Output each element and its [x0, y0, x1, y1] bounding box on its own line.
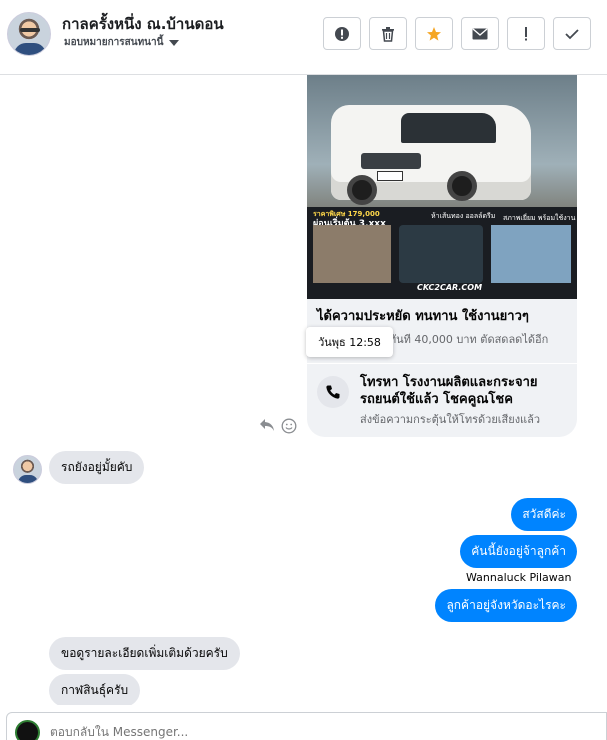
front-wheel	[347, 175, 377, 205]
conversation-actions	[323, 17, 591, 50]
star-button[interactable]	[415, 17, 453, 50]
sender-avatar[interactable]	[13, 455, 42, 484]
call-cta-title: โทรหา โรงงานผลิตและกระจายรถยนต์ใช้แล้ว โ…	[360, 375, 538, 407]
outgoing-message[interactable]: สวัสดีค่ะ	[511, 498, 577, 531]
reply-input[interactable]	[50, 725, 350, 739]
ad-message-card[interactable]: ราคาพิเศษ 179,000 ผ่อนเริ่มต้น 3,xxx ห้า…	[307, 75, 577, 363]
reply-composer	[0, 705, 607, 740]
page-logo-avatar	[15, 720, 40, 740]
exclamation-icon	[525, 26, 527, 40]
check-icon	[565, 28, 579, 39]
customer-avatar[interactable]	[7, 12, 51, 56]
truck-window	[401, 113, 496, 143]
ad-right-caption: สภาพเยี่ยม พร้อมใช้งาน	[503, 214, 576, 222]
conversation-header: กาลครั้งหนึ่ง ณ.บ้านดอน มอบหมายการสนทนาน…	[0, 0, 607, 75]
assign-conversation-dropdown[interactable]: มอบหมายการสนทนานี้	[64, 35, 180, 50]
ad-photo-strip: ราคาพิเศษ 179,000 ผ่อนเริ่มต้น 3,xxx ห้า…	[307, 207, 577, 299]
outgoing-message[interactable]: ลูกค้าอยู่จังหวัดอะไรคะ	[435, 589, 577, 622]
delete-button[interactable]	[369, 17, 407, 50]
sender-name: Wannaluck Pilawan	[466, 571, 572, 584]
dashboard-photo	[399, 225, 483, 283]
message-thread[interactable]: ราคาพิเศษ 179,000 ผ่อนเริ่มต้น 3,xxx ห้า…	[0, 75, 607, 705]
timestamp-tooltip: วันพุธ 12:58	[306, 327, 393, 357]
truck-plate	[377, 171, 403, 181]
truck-grill	[361, 153, 421, 169]
mark-unread-button[interactable]	[461, 17, 499, 50]
ad-brand-logo: CKC2CAR.COM	[417, 283, 483, 292]
chevron-down-icon	[169, 39, 180, 46]
ad-middle-caption: ห้าเส้นทอง ออลล์ดรีม	[431, 212, 496, 220]
reply-icon[interactable]	[259, 418, 275, 436]
mark-done-button[interactable]	[553, 17, 591, 50]
star-icon	[427, 26, 441, 41]
ad-car-image[interactable]: ราคาพิเศษ 179,000 ผ่อนเริ่มต้น 3,xxx ห้า…	[307, 75, 577, 299]
avatar-shirt	[14, 43, 46, 55]
follow-up-button[interactable]	[507, 17, 545, 50]
rear-wheel	[447, 171, 477, 201]
emoji-reaction-icon[interactable]	[281, 418, 297, 438]
rear-view-photo	[491, 225, 571, 283]
trash-icon	[382, 26, 394, 42]
incoming-message[interactable]: กาฬสินธุ์ครับ	[49, 674, 141, 705]
alert-circle-icon	[335, 26, 349, 41]
call-cta-subtitle: ส่งข้อความกระตุ้นให้โทรด้วยเสียงแล้ว	[360, 413, 541, 426]
incoming-message[interactable]: รถยังอยู่มั้ยคับ	[49, 451, 145, 484]
assign-conversation-label: มอบหมายการสนทนานี้	[64, 37, 164, 48]
avatar-glasses	[20, 28, 40, 32]
mark-spam-button[interactable]	[323, 17, 361, 50]
phone-icon	[317, 376, 349, 408]
call-cta-card[interactable]: โทรหา โรงงานผลิตและกระจายรถยนต์ใช้แล้ว โ…	[307, 364, 577, 437]
outgoing-message[interactable]: คันนี้ยังอยู่จ้าลูกค้า	[460, 535, 577, 568]
customer-name[interactable]: กาลครั้งหนึ่ง ณ.บ้านดอน	[62, 12, 224, 36]
avatar-shirt	[18, 475, 38, 483]
incoming-message[interactable]: ขอดูรายละเอียดเพิ่มเติมด้วยครับ	[49, 637, 240, 670]
interior-photo	[313, 225, 391, 283]
ad-title: ได้ความประหยัด ทนทาน ใช้งานยาวๆ	[317, 309, 529, 324]
envelope-icon	[472, 27, 488, 39]
